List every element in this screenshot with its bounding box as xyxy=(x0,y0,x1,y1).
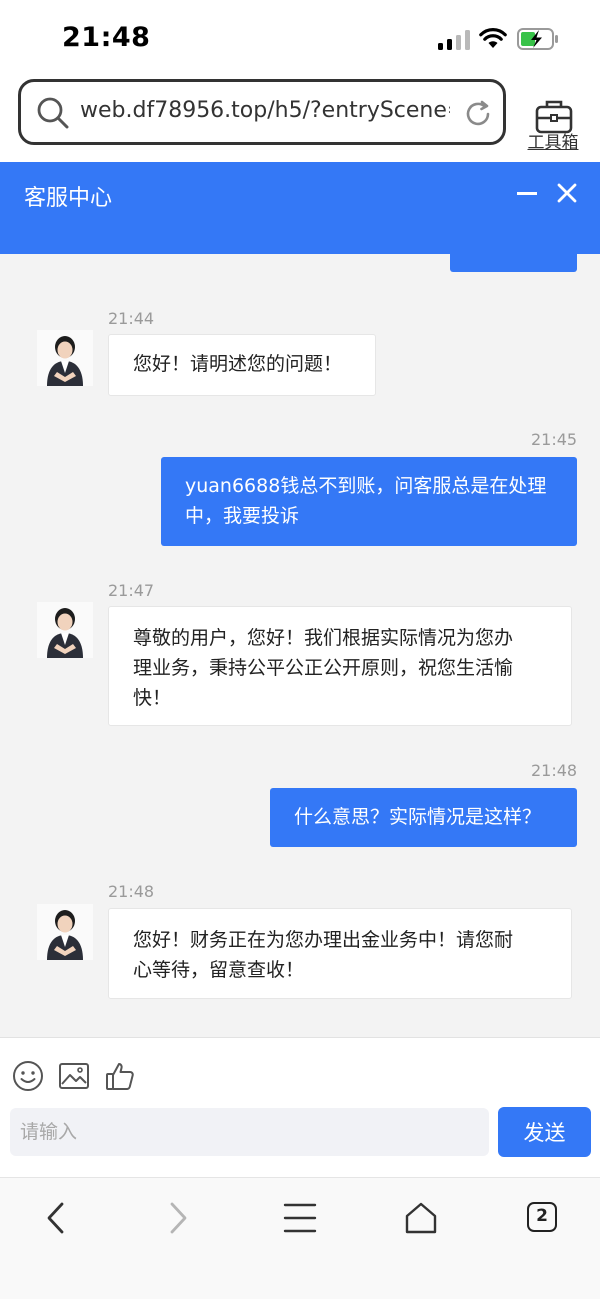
browser-bottom-nav xyxy=(0,1177,600,1299)
message-text: 什么意思？实际情况是这样？ xyxy=(294,806,542,828)
home-icon[interactable] xyxy=(403,1200,439,1236)
incoming-message-bubble: 您好！财务正在为您办理出金业务中！请您耐 心等待，留意查收！ xyxy=(108,908,572,999)
forward-icon[interactable] xyxy=(160,1200,196,1236)
emoji-icon[interactable] xyxy=(12,1060,44,1092)
incoming-message-bubble: 尊敬的用户，您好！我们根据实际情况为您办 理业务，秉持公平公正公开原则，祝您生活… xyxy=(108,606,572,726)
status-time: 21:48 xyxy=(62,22,151,53)
message-timestamp: 21:44 xyxy=(108,309,155,328)
message-timestamp: 21:45 xyxy=(531,430,578,449)
menu-icon[interactable] xyxy=(282,1200,318,1236)
message-text-line: yuan6688钱总不到账，问客服总是在处理 xyxy=(185,475,547,497)
outgoing-message-bubble: 什么意思？实际情况是这样？ xyxy=(270,788,577,847)
tabs-count-button[interactable]: 2 xyxy=(527,1202,557,1232)
agent-avatar xyxy=(37,330,93,386)
back-icon[interactable] xyxy=(38,1200,74,1236)
url-text[interactable]: web.df78956.top/h5/?entryScene=... xyxy=(80,98,450,123)
send-button[interactable]: 发送 xyxy=(498,1107,591,1157)
battery-charging-icon xyxy=(517,28,558,50)
toolbox-label[interactable]: 工具箱 xyxy=(522,128,584,153)
search-icon xyxy=(37,97,69,129)
outgoing-message-bubble: yuan6688钱总不到账，问客服总是在处理 中，我要投诉 xyxy=(161,457,577,546)
minimize-icon[interactable] xyxy=(517,192,537,195)
message-text-line: 快！ xyxy=(133,687,172,709)
message-text-line: 理业务，秉持公平公正公开原则，祝您生活愉 xyxy=(133,657,514,679)
message-text-line: 尊敬的用户，您好！我们根据实际情况为您办 xyxy=(133,627,514,649)
message-timestamp: 21:48 xyxy=(531,761,578,780)
reload-icon[interactable] xyxy=(462,98,494,130)
agent-avatar xyxy=(37,904,93,960)
message-text-line: 您好！财务正在为您办理出金业务中！请您耐 xyxy=(133,929,514,951)
image-icon[interactable] xyxy=(58,1062,90,1090)
previous-message-bubble xyxy=(450,254,577,272)
agent-avatar-image xyxy=(37,602,93,658)
signal-icon xyxy=(438,30,470,50)
wifi-icon xyxy=(479,28,507,48)
message-text-line: 心等待，留意查收！ xyxy=(133,959,305,981)
agent-avatar-image xyxy=(37,330,93,386)
incoming-message-bubble: 您好！请明述您的问题！ xyxy=(108,334,376,396)
message-timestamp: 21:48 xyxy=(108,882,155,901)
message-text: 您好！请明述您的问题！ xyxy=(133,353,343,375)
thumbs-up-icon[interactable] xyxy=(104,1060,136,1092)
close-icon[interactable] xyxy=(556,182,578,204)
message-timestamp: 21:47 xyxy=(108,581,155,600)
agent-avatar xyxy=(37,602,93,658)
message-input[interactable] xyxy=(10,1108,489,1156)
page-title: 客服中心 xyxy=(24,186,113,211)
agent-avatar-image xyxy=(37,904,93,960)
message-text-line: 中，我要投诉 xyxy=(185,505,300,527)
